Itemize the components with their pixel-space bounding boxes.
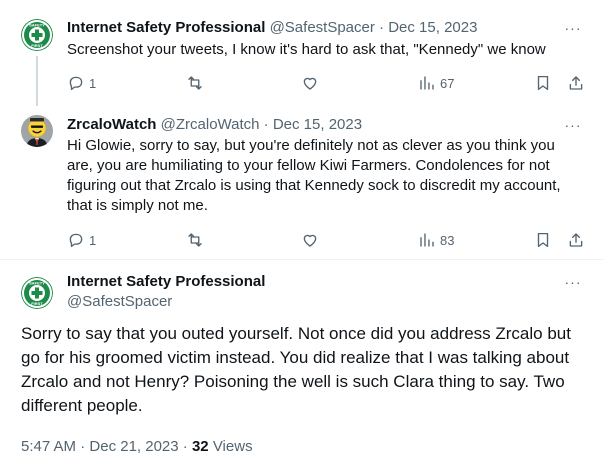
display-name[interactable]: Internet Safety Professional: [67, 19, 265, 36]
bookmark-button[interactable]: [534, 230, 552, 250]
views-button[interactable]: 67: [418, 73, 454, 93]
like-button[interactable]: [301, 230, 319, 250]
bookmark-icon: [537, 232, 549, 248]
avatar[interactable]: SAFETY FIRST: [21, 277, 53, 309]
reply-count: 1: [89, 75, 97, 91]
svg-text:SAFETY: SAFETY: [29, 280, 45, 285]
safety-first-badge-icon: SAFETY FIRST: [21, 277, 53, 309]
reply-icon: [69, 76, 83, 91]
views-button[interactable]: 83: [418, 230, 454, 250]
separator: ·: [182, 438, 188, 455]
separator: ·: [80, 438, 86, 455]
separator: ·: [379, 19, 385, 36]
thread-connector: [36, 56, 38, 106]
svg-text:FIRST: FIRST: [31, 43, 43, 48]
share-icon: [569, 233, 583, 247]
tweet-date[interactable]: Dec 21, 2023: [89, 438, 178, 455]
tweet-text: Screenshot your tweets, I know it's hard…: [67, 41, 546, 58]
smiley-suit-avatar-icon: [21, 115, 53, 147]
avatar[interactable]: [21, 115, 53, 147]
more-options-button[interactable]: ···: [563, 21, 583, 42]
handle[interactable]: @ZrcaloWatch: [161, 116, 260, 133]
like-button[interactable]: [301, 73, 319, 93]
analytics-bars-icon: [420, 233, 434, 247]
avatar[interactable]: SAFETY FIRST: [21, 19, 53, 51]
retweet-button[interactable]: [186, 230, 204, 250]
svg-text:FIRST: FIRST: [31, 301, 43, 306]
bookmark-button[interactable]: [534, 73, 552, 93]
share-button[interactable]: [567, 73, 585, 93]
tweet-date[interactable]: Dec 15, 2023: [273, 116, 362, 133]
safety-first-badge-icon: SAFETY FIRST: [21, 19, 53, 51]
reply-button[interactable]: 1: [67, 73, 96, 93]
reply-count: 1: [89, 232, 97, 248]
tweet-time[interactable]: 5:47 AM: [21, 438, 76, 455]
heart-icon: [303, 77, 317, 90]
tweet-actions: 1 67: [67, 73, 587, 93]
tweet-date[interactable]: Dec 15, 2023: [388, 19, 477, 36]
reply-button[interactable]: 1: [67, 230, 96, 250]
analytics-bars-icon: [420, 76, 434, 90]
separator: ·: [263, 116, 269, 133]
tweet-1[interactable]: SAFETY FIRST Internet Safety Professiona…: [0, 0, 603, 107]
tweet-timestamp-row: 5:47 AM · Dec 21, 2023 · 32 Views: [21, 437, 253, 457]
bookmark-icon: [537, 75, 549, 91]
tweet-text: Sorry to say that you outed yourself. No…: [21, 324, 571, 415]
tweet-2[interactable]: ZrcaloWatch @ZrcaloWatch · Dec 15, 2023 …: [0, 107, 603, 259]
reply-icon: [69, 233, 83, 248]
view-count: 67: [440, 75, 455, 91]
views-count: 32: [191, 438, 209, 455]
heart-icon: [303, 234, 317, 247]
share-button[interactable]: [567, 230, 585, 250]
tweet-header: ZrcaloWatch @ZrcaloWatch · Dec 15, 2023: [67, 115, 362, 135]
retweet-icon: [188, 76, 202, 90]
tweet-text: Hi Glowie, sorry to say, but you're defi…: [67, 137, 561, 214]
svg-text:SAFETY: SAFETY: [29, 22, 45, 27]
retweet-button[interactable]: [186, 73, 204, 93]
handle[interactable]: @SafestSpacer: [67, 292, 172, 312]
retweet-icon: [188, 233, 202, 247]
more-options-button[interactable]: ···: [563, 275, 583, 296]
share-icon: [569, 76, 583, 90]
handle[interactable]: @SafestSpacer: [270, 19, 375, 36]
views-label: Views: [212, 438, 253, 455]
display-name[interactable]: Internet Safety Professional: [67, 272, 265, 292]
view-count: 83: [440, 232, 455, 248]
tweet-actions: 1 83: [67, 230, 587, 250]
tweet-header: Internet Safety Professional @SafestSpac…: [67, 18, 477, 38]
display-name[interactable]: ZrcaloWatch: [67, 116, 156, 133]
